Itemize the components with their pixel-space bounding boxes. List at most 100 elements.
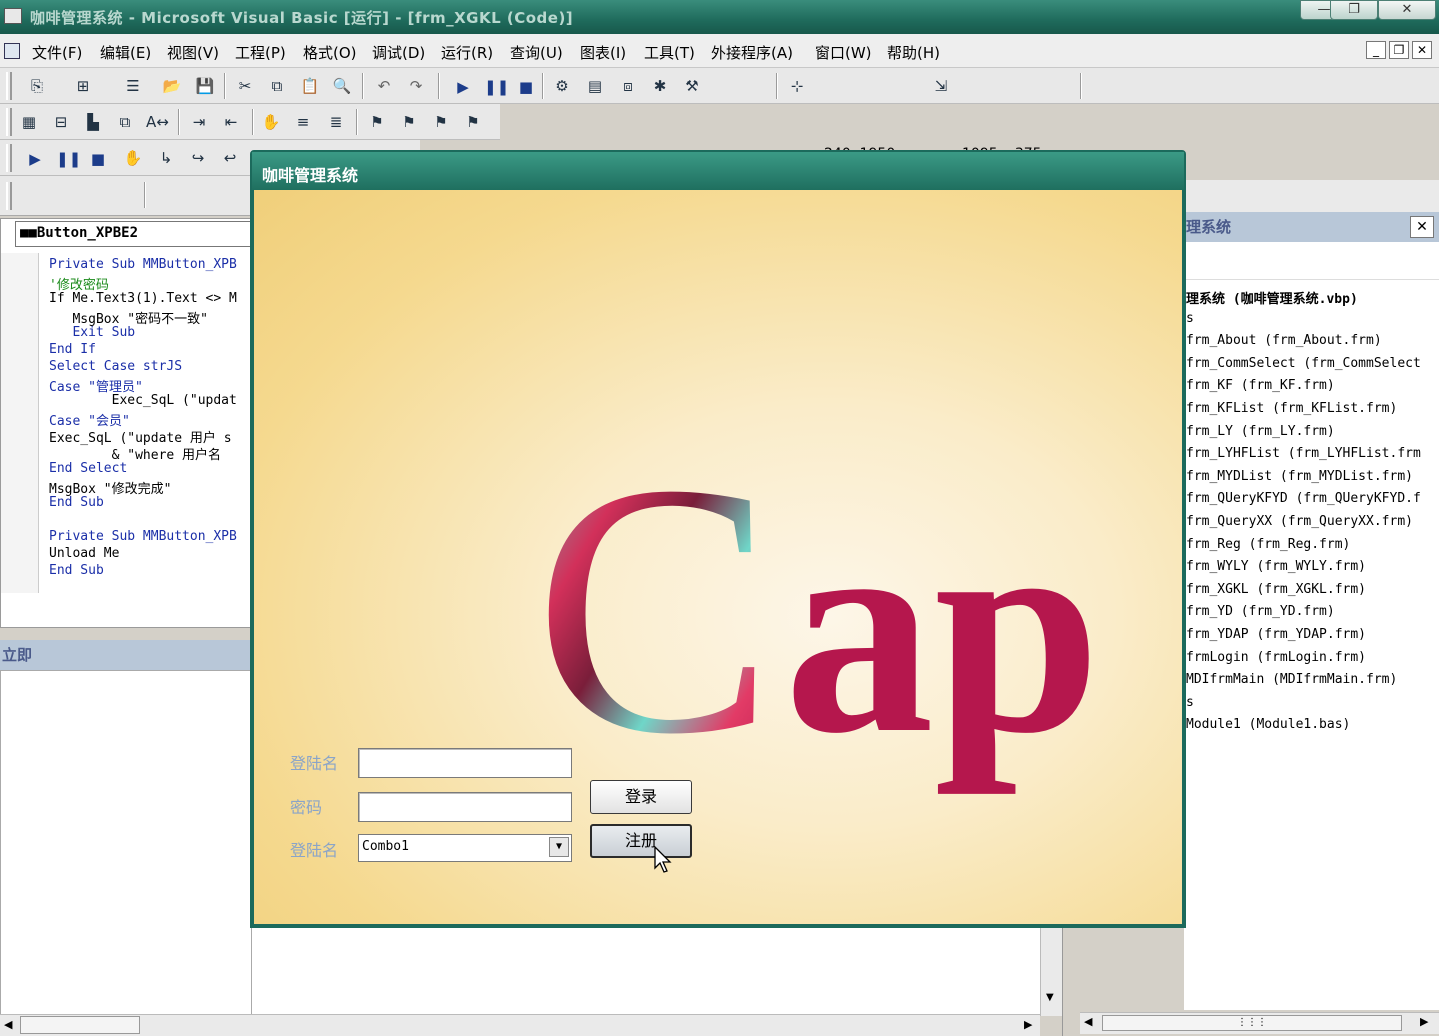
project-tree-item[interactable]: s	[1186, 695, 1194, 710]
splitter[interactable]	[1062, 926, 1080, 1036]
add-form-icon[interactable]: ⊞	[72, 75, 94, 97]
quick-info-icon[interactable]: ▙	[82, 111, 104, 133]
designer-vscroll[interactable]: ▼	[1040, 926, 1062, 1016]
menu-debug[interactable]: 调试(D)	[372, 42, 425, 63]
add-project-icon[interactable]: ⎘	[26, 75, 48, 97]
project-tree-item[interactable]: frm_CommSelect (frm_CommSelect	[1186, 356, 1421, 371]
list-constants-icon[interactable]: ⊟	[50, 111, 72, 133]
menu-format[interactable]: 格式(O)	[303, 42, 357, 63]
menu-addins[interactable]: 外接程序(A)	[711, 42, 793, 63]
object-browser-icon[interactable]: ✱	[649, 75, 671, 97]
save-icon[interactable]: 💾	[194, 75, 216, 97]
menu-view[interactable]: 视图(V)	[167, 42, 219, 63]
login-button[interactable]: 登录	[590, 780, 692, 814]
scroll-down-icon[interactable]: ▼	[1046, 992, 1054, 1003]
dropdown-arrow-icon[interactable]: ▼	[549, 837, 569, 857]
comment-block-icon[interactable]: ≡	[292, 111, 314, 133]
project-tree-item[interactable]: frm_About (frm_About.frm)	[1186, 333, 1382, 348]
parameter-info-icon[interactable]: ⧉	[114, 111, 136, 133]
undo-icon[interactable]: ↶	[373, 75, 395, 97]
scroll-right-icon[interactable]: ▶	[1024, 1018, 1032, 1031]
redo-icon[interactable]: ↷	[405, 75, 427, 97]
outdent-icon[interactable]: ⇤	[220, 111, 242, 133]
cut-icon[interactable]: ✂	[234, 75, 256, 97]
project-explorer-icon[interactable]: ⚙	[551, 75, 573, 97]
menu-edit[interactable]: 编辑(E)	[100, 42, 151, 63]
step-over-icon[interactable]: ↪	[187, 147, 209, 169]
project-tree-item[interactable]: frm_KFList (frm_KFList.frm)	[1186, 401, 1397, 416]
object-combo[interactable]: ■■Button_XPBE2	[15, 221, 255, 247]
project-tree-item[interactable]: frm_XGKL (frm_XGKL.frm)	[1186, 582, 1366, 597]
stop-icon[interactable]: ■	[87, 148, 109, 170]
break-icon[interactable]: ❚❚	[484, 76, 509, 98]
immediate-window[interactable]	[0, 670, 252, 1016]
scroll-thumb[interactable]	[20, 1016, 140, 1034]
menu-file[interactable]: 文件(F)	[32, 42, 82, 63]
register-button[interactable]: 注册	[590, 824, 692, 858]
pause-icon[interactable]: ❚❚	[56, 148, 81, 170]
project-tree-item[interactable]: frmLogin (frmLogin.frm)	[1186, 650, 1366, 665]
breakpoint-hand-icon[interactable]: ✋	[122, 147, 144, 169]
project-tree-item[interactable]: frm_WYLY (frm_WYLY.frm)	[1186, 559, 1366, 574]
role-combo[interactable]: Combo1 ▼	[358, 834, 572, 862]
menu-run[interactable]: 运行(R)	[441, 42, 493, 63]
project-hscroll[interactable]: ◀ ⋮⋮⋮ ▶	[1080, 1012, 1439, 1034]
project-close-button[interactable]: ✕	[1410, 216, 1434, 238]
scroll-left-icon[interactable]: ◀	[1084, 1015, 1092, 1028]
paste-icon[interactable]: 📋	[299, 75, 321, 97]
end-icon[interactable]: ■	[515, 76, 537, 98]
step-out-icon[interactable]: ↩	[219, 147, 241, 169]
toggle-breakpoint-icon[interactable]: ✋	[260, 111, 282, 133]
step-into-icon[interactable]: ↳	[155, 147, 177, 169]
menu-window[interactable]: 窗口(W)	[815, 42, 872, 63]
menu-project[interactable]: 工程(P)	[235, 42, 286, 63]
next-bookmark-icon[interactable]: ⚑	[398, 111, 420, 133]
properties-window-icon[interactable]: ▤	[584, 75, 606, 97]
start-icon[interactable]: ▶	[452, 76, 474, 98]
mdi-minimize-button[interactable]: _	[1366, 41, 1386, 59]
code-line: Select Case strJS	[49, 359, 183, 374]
mdi-close-button[interactable]: ✕	[1412, 41, 1432, 59]
restore-button[interactable]: ❐	[1330, 0, 1378, 20]
project-tree-item[interactable]: frm_KF (frm_KF.frm)	[1186, 378, 1335, 393]
copy-icon[interactable]: ⧉	[266, 75, 288, 97]
complete-word-icon[interactable]: A↔	[146, 111, 169, 133]
form-layout-icon[interactable]: ⧈	[617, 75, 639, 97]
project-tree-item[interactable]: 理系统 (咖啡管理系统.vbp)	[1186, 288, 1358, 307]
clear-bookmarks-icon[interactable]: ⚑	[462, 111, 484, 133]
menu-tools[interactable]: 工具(T)	[644, 42, 695, 63]
project-tree-item[interactable]: frm_YD (frm_YD.frm)	[1186, 604, 1335, 619]
project-tree-item[interactable]: MDIfrmMain (MDIfrmMain.frm)	[1186, 672, 1397, 687]
scroll-left-icon[interactable]: ◀	[4, 1018, 12, 1031]
previous-bookmark-icon[interactable]: ⚑	[430, 111, 452, 133]
code-hscroll[interactable]: ◀ ▶	[0, 1014, 1040, 1036]
menu-diagram[interactable]: 图表(I)	[580, 42, 626, 63]
mdi-restore-button[interactable]: ❐	[1389, 41, 1409, 59]
password-input[interactable]	[358, 792, 572, 822]
menu-editor-icon[interactable]: ☰	[122, 75, 144, 97]
project-tree-item[interactable]: frm_LY (frm_LY.frm)	[1186, 424, 1335, 439]
menu-query[interactable]: 查询(U)	[510, 42, 563, 63]
project-tree-item[interactable]: frm_MYDList (frm_MYDList.frm)	[1186, 469, 1413, 484]
project-tree-item[interactable]: frm_YDAP (frm_YDAP.frm)	[1186, 627, 1366, 642]
bookmark-icon[interactable]: ⚑	[366, 111, 388, 133]
username-input[interactable]	[358, 748, 572, 778]
find-icon[interactable]: 🔍	[331, 75, 353, 97]
menu-help[interactable]: 帮助(H)	[887, 42, 940, 63]
uncomment-block-icon[interactable]: ≣	[325, 111, 347, 133]
project-tree-item[interactable]: Module1 (Module1.bas)	[1186, 717, 1350, 732]
continue-icon[interactable]: ▶	[24, 148, 46, 170]
project-tree-item[interactable]: frm_QueryXX (frm_QueryXX.frm)	[1186, 514, 1413, 529]
scroll-thumb[interactable]: ⋮⋮⋮	[1102, 1015, 1402, 1031]
indent-icon[interactable]: ⇥	[188, 111, 210, 133]
list-properties-icon[interactable]: ▦	[18, 111, 40, 133]
close-button[interactable]: ✕	[1378, 0, 1436, 20]
toolbox-icon[interactable]: ⚒	[681, 75, 703, 97]
project-tree-item[interactable]: frm_LYHFList (frm_LYHFList.frm	[1186, 446, 1421, 461]
project-tree-item[interactable]: frm_QUeryKFYD (frm_QUeryKFYD.f	[1186, 491, 1421, 506]
scroll-right-icon[interactable]: ▶	[1420, 1015, 1428, 1028]
username-label: 登陆名	[290, 754, 339, 773]
project-tree-item[interactable]: frm_Reg (frm_Reg.frm)	[1186, 537, 1350, 552]
open-folder-icon[interactable]: 📂	[161, 75, 183, 97]
project-tree-item[interactable]: s	[1186, 311, 1194, 326]
